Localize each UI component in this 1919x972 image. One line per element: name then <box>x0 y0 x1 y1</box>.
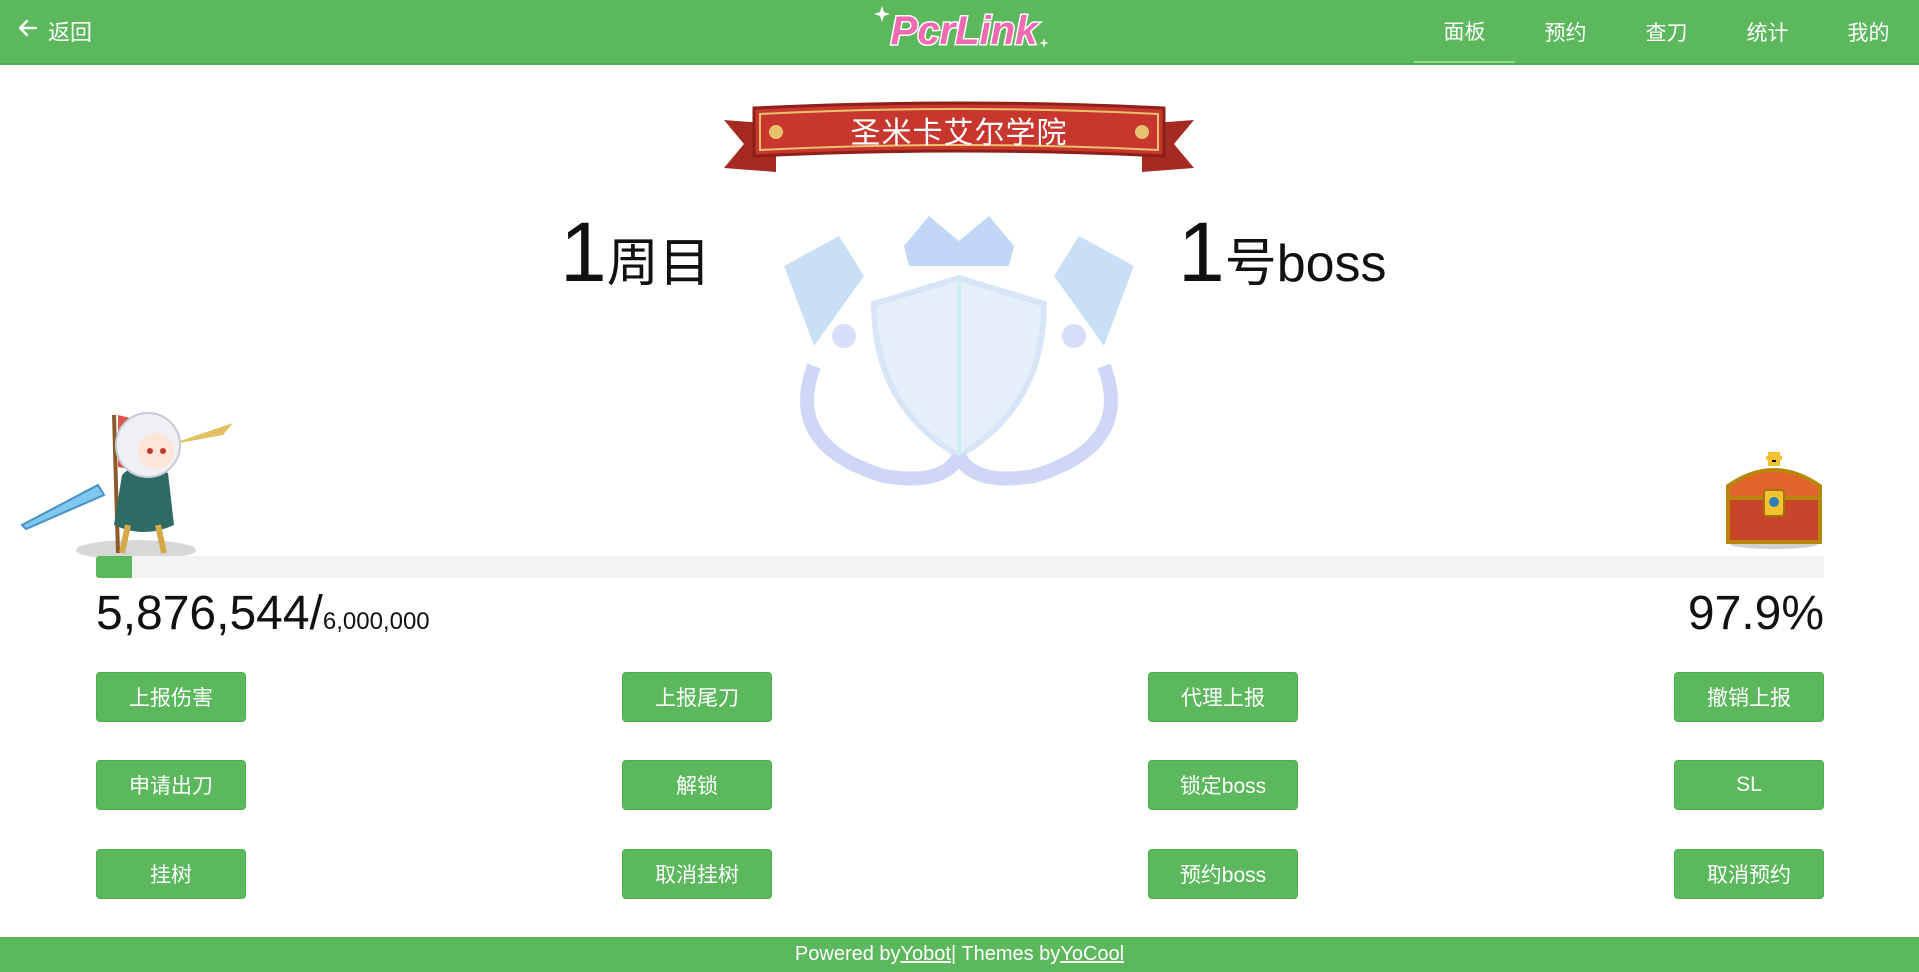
main-nav: 面板 预约 查刀 统计 我的 <box>1414 0 1919 65</box>
nav-item-4[interactable]: 我的 <box>1818 0 1919 63</box>
unlock-button[interactable]: 解锁 <box>622 760 772 810</box>
clan-name-banner: 圣米卡艾尔学院 <box>718 98 1200 184</box>
report-damage-button[interactable]: 上报伤害 <box>96 672 246 722</box>
clan-emblem <box>744 206 1174 506</box>
boss-health-bar <box>96 556 1824 578</box>
boss-health-bar-fill <box>96 556 133 578</box>
clan-name: 圣米卡艾尔学院 <box>850 117 1068 150</box>
treasure-chest-icon <box>1720 446 1828 550</box>
nav-item-1[interactable]: 预约 <box>1515 0 1616 63</box>
nav-item-2[interactable]: 查刀 <box>1616 0 1717 63</box>
back-button[interactable]: 返回 <box>16 14 92 48</box>
health-max: 6,000,000 <box>322 608 430 635</box>
lap-number: 1 <box>560 205 607 299</box>
report-last-hit-button[interactable]: 上报尾刀 <box>622 672 772 722</box>
lap-unit: 周目 <box>606 235 711 293</box>
footer-powered-by: Powered by <box>794 943 901 965</box>
reserve-boss-button[interactable]: 预约boss <box>1148 849 1298 899</box>
boss-number: 1 <box>1178 205 1225 299</box>
back-label: 返回 <box>48 20 93 45</box>
boss-unit: 号boss <box>1224 235 1387 293</box>
cancel-hang-tree-button[interactable]: 取消挂树 <box>622 849 772 899</box>
proxy-report-button[interactable]: 代理上报 <box>1148 672 1298 722</box>
clan-battle-panel: 返回 PcrLink 面板 预约 查刀 统计 我的 圣米卡艾尔学院 1 周目 1… <box>0 0 1919 972</box>
apply-attack-button[interactable]: 申请出刀 <box>96 760 246 810</box>
undo-report-button[interactable]: 撤销上报 <box>1674 672 1824 722</box>
lock-boss-button[interactable]: 锁定boss <box>1148 760 1298 810</box>
logo-text: PcrLink <box>891 9 1039 53</box>
sl-button[interactable]: SL <box>1674 760 1824 810</box>
yocool-link[interactable]: YoCool <box>1060 943 1124 966</box>
footer-separator: | Themes by <box>950 943 1061 965</box>
health-current: 5,876,544/ <box>96 587 323 640</box>
arrow-left-icon <box>16 16 40 46</box>
hang-tree-button[interactable]: 挂树 <box>96 849 246 899</box>
top-navbar: 返回 PcrLink 面板 预约 查刀 统计 我的 <box>0 0 1919 65</box>
footer: Powered by Yobot | Themes by YoCool <box>0 937 1919 972</box>
nav-item-0[interactable]: 面板 <box>1414 0 1515 63</box>
health-percent: 97.9% <box>1687 587 1824 640</box>
boss-health: 5,876,544/ 6,000,000 <box>96 586 430 641</box>
lap-counter: 1 周目 <box>560 210 711 294</box>
pcrlink-logo: PcrLink <box>868 2 1060 60</box>
cancel-reservation-button[interactable]: 取消预约 <box>1674 849 1824 899</box>
boss-counter: 1 号boss <box>1178 210 1387 294</box>
yobot-link[interactable]: Yobot <box>901 943 951 966</box>
character-sprite <box>18 375 240 565</box>
nav-item-3[interactable]: 统计 <box>1717 0 1818 63</box>
